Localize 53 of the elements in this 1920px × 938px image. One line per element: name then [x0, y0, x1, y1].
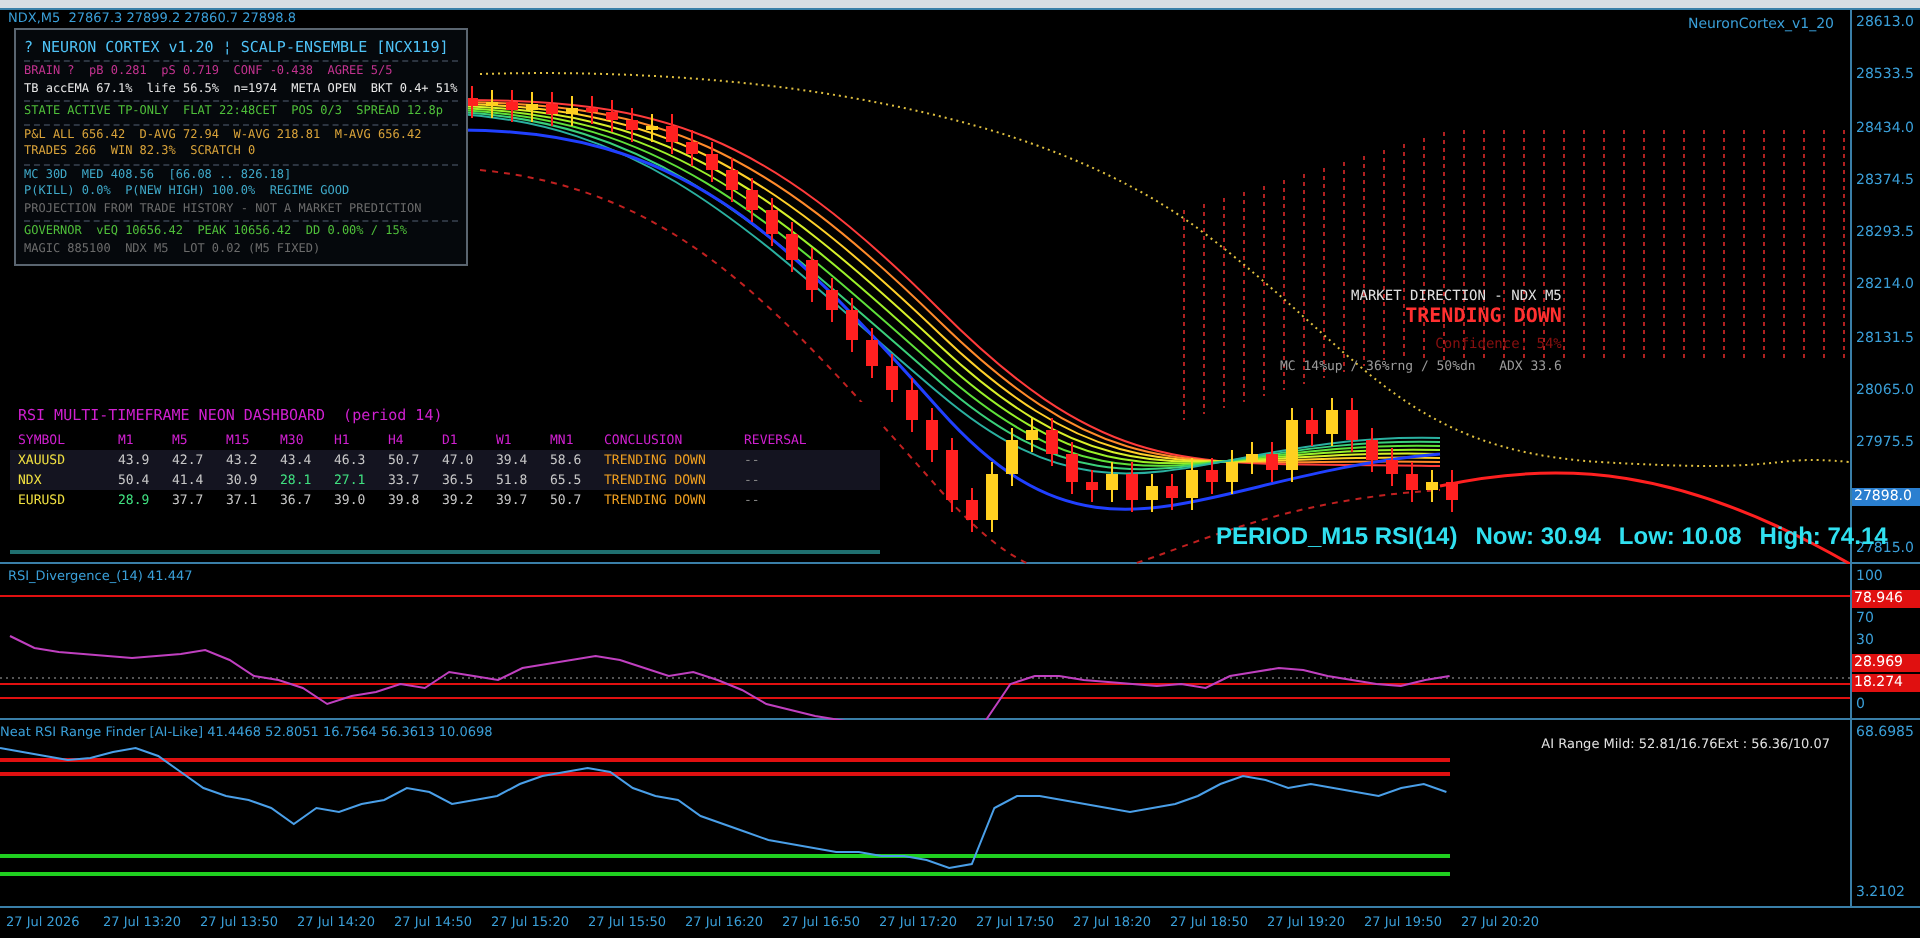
candlestick — [1386, 447, 1398, 487]
candlestick — [646, 113, 658, 143]
candlestick — [866, 327, 878, 379]
candlestick — [666, 113, 678, 155]
candlestick — [1426, 469, 1438, 503]
candlestick — [1146, 473, 1158, 513]
trend-label: TRENDING DOWN — [1405, 306, 1562, 330]
candlestick — [966, 487, 978, 533]
candlestick — [1306, 407, 1318, 447]
candlestick — [766, 197, 778, 247]
candlestick — [806, 247, 818, 303]
candlestick — [1366, 427, 1378, 473]
candlestick — [946, 437, 958, 513]
candlestick — [746, 177, 758, 223]
candlestick — [1346, 397, 1358, 453]
candlestick — [906, 377, 918, 433]
candlestick — [986, 461, 998, 533]
candlestick — [566, 95, 578, 127]
rsi-period-label: PERIOD_M15 RSI(14) — [1216, 522, 1458, 550]
candlestick — [1086, 469, 1098, 503]
candlestick — [1226, 449, 1238, 495]
candlestick — [1266, 441, 1278, 483]
candlestick — [526, 91, 538, 123]
candlestick — [1126, 461, 1138, 513]
candlestick — [1066, 441, 1078, 495]
candlestick — [1286, 407, 1298, 483]
candlestick — [706, 141, 718, 183]
candlestick — [606, 99, 618, 133]
candlestick — [1186, 457, 1198, 511]
candlestick — [686, 129, 698, 167]
candlestick — [546, 91, 558, 127]
candlestick — [1006, 427, 1018, 487]
candlestick — [1026, 417, 1038, 453]
candlestick — [846, 297, 858, 353]
candlestick — [626, 107, 638, 143]
candlestick — [886, 353, 898, 403]
rsi-now-reading: Now: 30.94 — [1475, 522, 1601, 550]
candlestick — [1046, 417, 1058, 467]
candlestick — [1406, 461, 1418, 503]
candlestick — [826, 277, 838, 323]
candlestick — [1206, 457, 1218, 495]
candlestick — [926, 407, 938, 463]
candlestick — [726, 157, 738, 203]
candlestick — [1246, 441, 1258, 475]
candlestick — [1446, 469, 1458, 513]
rsi-low-reading: Low: 10.08 — [1618, 522, 1742, 550]
candlestick — [486, 89, 498, 119]
candlestick — [1326, 397, 1338, 447]
candlestick — [786, 221, 798, 273]
candlestick — [506, 89, 518, 123]
candlestick — [1166, 473, 1178, 511]
candlestick — [586, 95, 598, 125]
candlestick — [1106, 461, 1118, 503]
